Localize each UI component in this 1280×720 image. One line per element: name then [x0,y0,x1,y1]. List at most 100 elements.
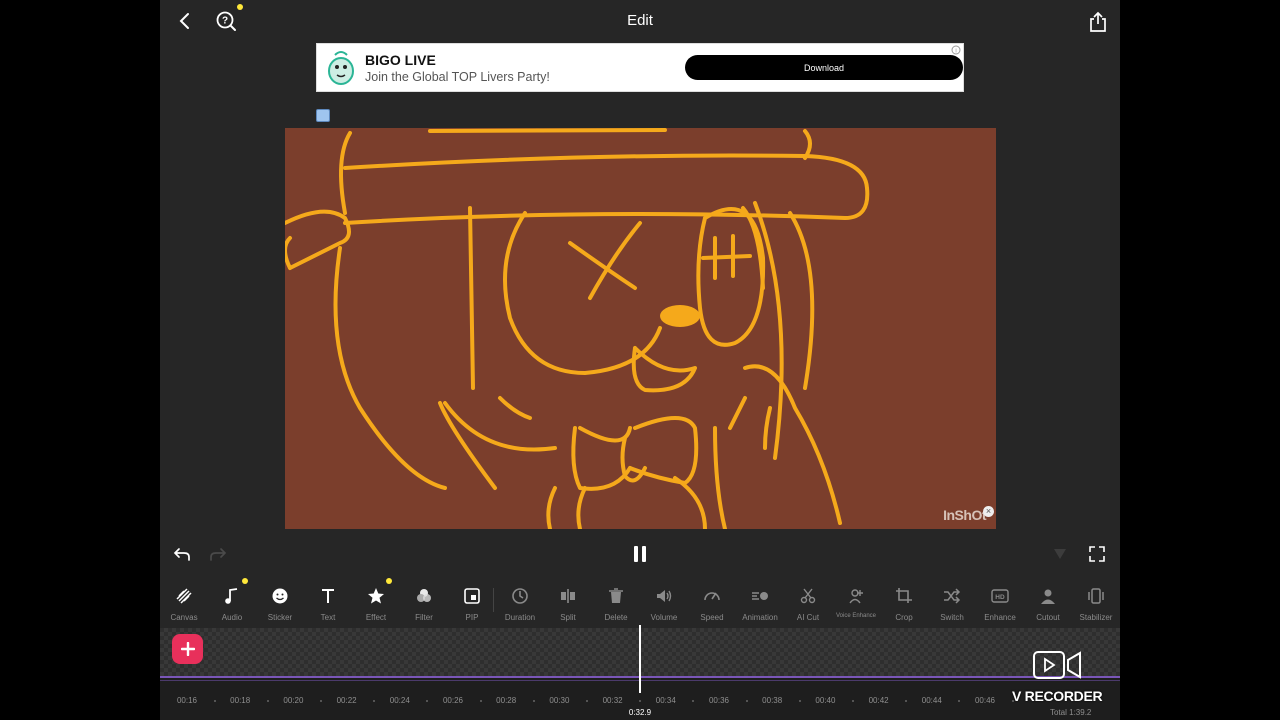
time-tick: 00:26 [442,696,464,705]
tool-duration[interactable]: Duration [496,578,544,624]
tool-delete[interactable]: Delete [592,578,640,624]
tool-effect[interactable]: Effect [352,578,400,624]
editor-window: ? Edit BIGO LIVE Join the Global TOP Liv… [160,0,1120,720]
time-tick: 00:34 [655,696,676,705]
hd-icon: HD [989,584,1011,608]
timeline[interactable]: 0:32.9 Total 1:39.2 V RECORDER 00:16 00:1… [160,625,1120,720]
tool-ai-cut[interactable]: AI Cut [784,578,832,624]
tool-label: PIP [465,613,479,622]
tool-crop[interactable]: Crop [880,578,928,624]
pause-button[interactable] [629,544,651,564]
text-icon [317,584,339,608]
tool-split[interactable]: Split [544,578,592,624]
time-tick-dot [532,700,535,702]
tool-label: Filter [415,613,433,622]
keyframe-button[interactable] [1050,544,1070,564]
stabilizer-icon [1085,584,1107,608]
ad-banner[interactable]: BIGO LIVE Join the Global TOP Livers Par… [316,43,964,92]
tool-enhance[interactable]: HD Enhance [976,578,1024,624]
tool-bar: Canvas Audio Sticker Text Effect Filter PIP Dur… [160,578,1120,624]
tool-label: Crop [895,613,913,622]
undo-button[interactable] [172,544,192,564]
watermark-close-icon[interactable]: × [983,506,994,517]
tool-switch[interactable]: Switch [928,578,976,624]
caption-badge-icon[interactable] [316,109,330,122]
time-tick-dot [266,700,269,702]
time-tick-dot [958,700,961,702]
tool-cutout[interactable]: Cutout [1024,578,1072,624]
voice-enhance-icon [845,584,867,608]
tool-label: Switch [940,613,964,622]
tool-label: AI Cut [796,613,820,622]
share-button[interactable] [1088,10,1108,34]
tool-label: Animation [742,613,778,622]
new-feature-dot [386,578,392,584]
time-tick: 00:18 [230,696,251,705]
time-tick-dot [213,700,216,702]
tool-label: Duration [504,613,536,622]
add-clip-button[interactable] [172,634,203,664]
tool-volume[interactable]: Volume [640,578,688,624]
video-preview[interactable]: InShOt × [285,128,996,529]
shuffle-icon [941,584,963,608]
ad-download-button[interactable]: Download [685,55,963,80]
new-feature-dot [242,578,248,584]
time-tick-dot [905,700,908,702]
bigo-logo-icon [328,51,354,85]
tool-label: Enhance [984,613,1016,622]
tool-label: Cutout [1036,613,1060,622]
time-tick-dot [373,700,376,702]
speed-icon [701,584,723,608]
time-tick-dot [692,700,695,702]
split-icon [557,584,579,608]
scissors-icon [797,584,819,608]
tool-filter[interactable]: Filter [400,578,448,624]
tool-audio[interactable]: Audio [208,578,256,624]
tool-stabilizer[interactable]: Stabilizer [1072,578,1120,624]
undo-icon [173,548,190,561]
tool-pip[interactable]: PIP [448,578,496,624]
tool-label: Split [560,613,576,622]
svg-text:HD: HD [995,594,1005,601]
tool-label: Canvas [170,613,198,622]
doodle-drawing [285,128,870,529]
tool-label: Effect [365,613,387,622]
time-tick-dot [1011,700,1014,702]
fullscreen-button[interactable] [1087,544,1107,564]
tool-label: Stabilizer [1079,613,1113,622]
volume-icon [653,584,675,608]
time-tick: 00:42 [868,696,889,705]
time-tick: 00:24 [389,696,410,705]
tool-speed[interactable]: Speed [688,578,736,624]
fullscreen-icon [1089,546,1105,562]
pip-icon [461,584,483,608]
filter-icon [413,584,435,608]
time-tick-dot [586,700,588,702]
time-tick-dot [639,700,642,702]
tool-label: Voice Enhance [835,613,877,619]
current-time: 0:32.9 [628,708,652,717]
tool-sticker[interactable]: Sticker [256,578,304,624]
share-icon [1090,11,1106,32]
ad-info-icon[interactable]: i [951,45,961,55]
playhead[interactable] [639,625,641,693]
tool-voice-enhance[interactable]: Voice Enhance [832,578,880,624]
time-tick-dot [798,700,801,702]
tool-animation[interactable]: Animation [736,578,784,624]
time-tick: 00:16 [176,696,198,705]
svg-text:i: i [955,49,956,55]
v-recorder-label: V RECORDER [1012,688,1103,704]
time-tick-dot [479,700,482,702]
time-tick: 00:20 [283,696,304,705]
inshot-watermark: InShOt [943,507,986,523]
time-tick: 00:44 [921,696,942,705]
redo-button[interactable] [208,544,228,564]
time-tick: 00:28 [496,696,517,705]
smiley-icon [269,584,291,608]
tool-text[interactable]: Text [304,578,352,624]
canvas-icon [173,584,195,608]
star-icon [365,584,387,608]
time-tick-dot [320,700,322,702]
time-tick-dot [426,700,429,702]
tool-canvas[interactable]: Canvas [160,578,208,624]
